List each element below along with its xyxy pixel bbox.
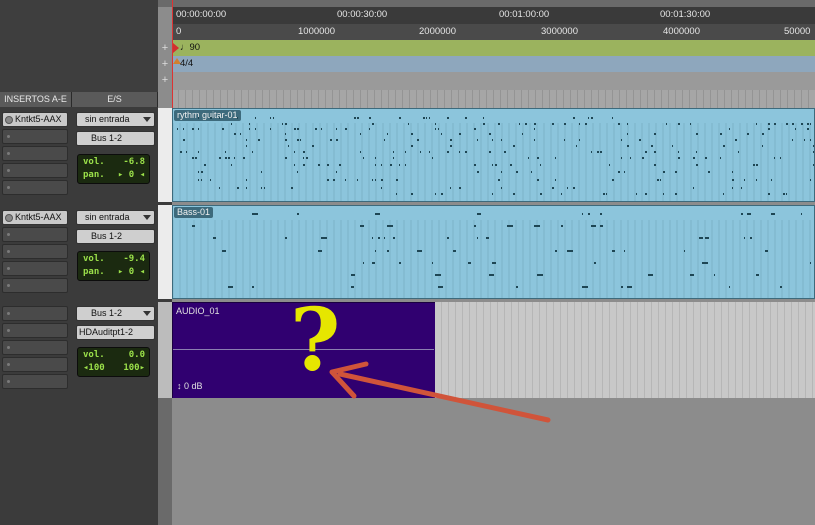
- pan-label: pan.: [83, 267, 105, 277]
- vol-label: vol.: [83, 157, 105, 167]
- plus-icon[interactable]: +: [160, 59, 170, 70]
- io-header[interactable]: E/S: [72, 92, 158, 107]
- insert-slot-d[interactable]: [2, 163, 68, 178]
- plugin-power-icon[interactable]: [5, 116, 13, 124]
- samples-label: 0: [176, 26, 182, 37]
- samples-label: 2000000: [419, 26, 456, 37]
- insert-slot-c[interactable]: [2, 244, 68, 259]
- insert-slot-d[interactable]: [2, 357, 68, 372]
- midi-notes: [173, 213, 811, 298]
- inserts-header[interactable]: INSERTOS A-E: [0, 92, 72, 107]
- output-selector[interactable]: Bus 1-2: [76, 131, 155, 146]
- dropdown-arrow-icon: [143, 117, 151, 122]
- track-divider: [158, 202, 172, 205]
- vol-value[interactable]: 0.0: [129, 350, 145, 360]
- pan-value[interactable]: ▸ 0 ◂: [118, 170, 145, 180]
- markers-ruler[interactable]: [172, 72, 815, 90]
- audio-track-scale: [158, 302, 172, 398]
- insert-slot-a[interactable]: Kntkt5-AAX: [2, 112, 68, 127]
- vol-value[interactable]: -6.8: [123, 157, 145, 167]
- input-selector[interactable]: sin entrada: [76, 112, 155, 127]
- insert-slot-b[interactable]: [2, 227, 68, 242]
- tempo-marker-icon[interactable]: [173, 43, 179, 53]
- timecode-label: 00:00:00:00: [176, 9, 227, 20]
- pan-right-value[interactable]: 100▸: [123, 363, 145, 373]
- samples-label: 3000000: [541, 26, 578, 37]
- insert-slot-e[interactable]: [2, 278, 68, 293]
- timecode-label: 00:01:00:00: [499, 9, 550, 20]
- vol-label: vol.: [83, 254, 105, 264]
- insert-slot-a[interactable]: Kntkt5-AAX: [2, 210, 68, 225]
- output-selector[interactable]: HDAuditpt1-2: [76, 325, 155, 340]
- vol-label: vol.: [83, 350, 105, 360]
- dropdown-arrow-icon: [143, 311, 151, 316]
- timecode-ruler[interactable]: 00:00:00:00 00:00:30:00 00:01:00:00 00:0…: [172, 7, 815, 24]
- midi-clip[interactable]: rythm guitar-01: [172, 108, 815, 202]
- samples-label: 1000000: [298, 26, 335, 37]
- playhead-line: [172, 0, 173, 108]
- midi-notes: [173, 117, 814, 201]
- samples-label: 50000: [784, 26, 811, 37]
- insert-slot-c[interactable]: [2, 146, 68, 161]
- volume-pan-display[interactable]: vol. -9.4 pan. ▸ 0 ◂: [77, 251, 150, 281]
- vol-value[interactable]: -9.4: [123, 254, 145, 264]
- annotation-arrow: [329, 361, 551, 423]
- insert-slot-c[interactable]: [2, 340, 68, 355]
- meter-ruler[interactable]: 4/4: [172, 56, 815, 72]
- plus-icon[interactable]: +: [160, 43, 170, 54]
- meter-value: 4/4: [180, 58, 194, 69]
- clip-name: AUDIO_01: [176, 306, 220, 316]
- timecode-label: 00:00:30:00: [337, 9, 388, 20]
- tempo-value: ♩90: [180, 42, 201, 53]
- insert-slot-b[interactable]: [2, 129, 68, 144]
- midi-clip[interactable]: Bass-01: [172, 205, 815, 299]
- insert-slot-b[interactable]: [2, 323, 68, 338]
- dropdown-arrow-icon: [143, 215, 151, 220]
- plus-icon[interactable]: +: [160, 75, 170, 86]
- samples-label: 4000000: [663, 26, 700, 37]
- timeline-grid-strip: [172, 90, 815, 108]
- insert-slot-e[interactable]: [2, 374, 68, 389]
- empty-track-area: [158, 398, 172, 525]
- insert-slot-d[interactable]: [2, 261, 68, 276]
- input-selector[interactable]: Bus 1-2: [76, 306, 155, 321]
- samples-ruler[interactable]: 0 1000000 2000000 3000000 4000000 50000: [172, 24, 815, 40]
- clip-gain-icon: ↕: [177, 381, 182, 391]
- clip-gain[interactable]: ↕ 0 dB: [177, 381, 203, 391]
- pan-left-value[interactable]: ◂100: [83, 363, 105, 373]
- output-selector[interactable]: Bus 1-2: [76, 229, 155, 244]
- plugin-power-icon[interactable]: [5, 214, 13, 222]
- timecode-label: 00:01:30:00: [660, 9, 711, 20]
- insert-slot-a[interactable]: [2, 306, 68, 321]
- volume-pan-display[interactable]: vol. -6.8 pan. ▸ 0 ◂: [77, 154, 150, 184]
- input-selector[interactable]: sin entrada: [76, 210, 155, 225]
- tempo-ruler[interactable]: ♩90: [172, 40, 815, 56]
- volume-pan-display[interactable]: vol. 0.0 ◂100 100▸: [77, 347, 150, 377]
- pan-label: pan.: [83, 170, 105, 180]
- insert-slot-e[interactable]: [2, 180, 68, 195]
- ruler-left-spacer: [0, 0, 158, 92]
- pan-value[interactable]: ▸ 0 ◂: [118, 267, 145, 277]
